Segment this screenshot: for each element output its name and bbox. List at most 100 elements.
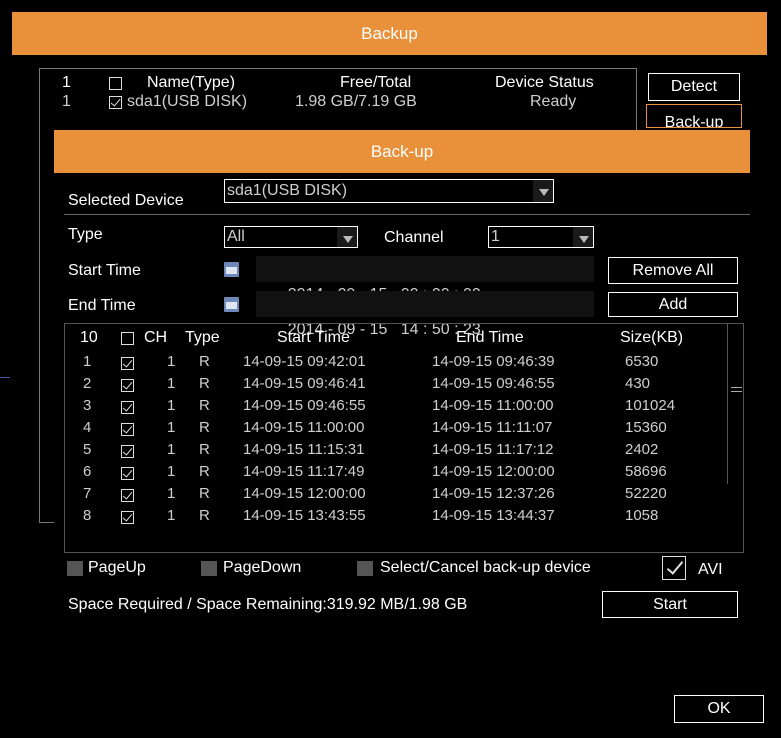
- table-scrollbar[interactable]: [727, 324, 743, 484]
- end-time-header: End Time: [456, 329, 524, 346]
- table-row[interactable]: 2 1 R 14-09-15 09:46:41 14-09-15 09:46:55 430: [65, 375, 725, 395]
- device-row[interactable]: 1 sda1(USB DISK) 1.98 GB/7.19 GB Ready: [62, 93, 622, 113]
- record-type: R: [199, 397, 210, 414]
- end-time-label: End Time: [68, 297, 136, 314]
- record-end-time: 14-09-15 11:11:07: [432, 419, 553, 436]
- record-channel: 1: [167, 441, 176, 458]
- record-channel: 1: [167, 397, 176, 414]
- table-row[interactable]: 7 1 R 14-09-15 12:00:00 14-09-15 12:37:26 522…: [65, 485, 725, 505]
- start-calendar-icon[interactable]: [224, 262, 239, 277]
- table-row[interactable]: 6 1 R 14-09-15 11:17:49 14-09-15 12:00:00 586…: [65, 463, 725, 483]
- record-size: 15360: [625, 419, 667, 436]
- record-number: 7: [83, 485, 92, 502]
- record-start-time: 14-09-15 11:17:49: [243, 463, 365, 480]
- space-summary: Space Required / Space Remaining:319.92 …: [68, 596, 468, 613]
- table-row[interactable]: 1 1 R 14-09-15 09:42:01 14-09-15 09:46:39 653…: [65, 353, 725, 373]
- record-type: R: [199, 463, 210, 480]
- end-time-field[interactable]: 2014 - 09 - 15 14 : 50 : 23: [256, 291, 594, 338]
- avi-checkbox[interactable]: [662, 556, 686, 580]
- record-size: 6530: [625, 353, 659, 370]
- start-time-header: Start Time: [277, 329, 350, 346]
- backup-button[interactable]: Back-up: [646, 104, 742, 128]
- record-checkbox[interactable]: [121, 467, 134, 480]
- record-number: 8: [83, 507, 92, 524]
- device-status: Ready: [530, 93, 577, 110]
- backup-title: Backup: [361, 24, 418, 43]
- select-all-records-checkbox[interactable]: [121, 332, 134, 345]
- table-row[interactable]: 5 1 R 14-09-15 11:15:31 14-09-15 11:17:12 240…: [65, 441, 725, 461]
- left-edge-marker: [0, 377, 10, 378]
- table-row[interactable]: 8 1 R 14-09-15 13:43:55 14-09-15 13:44:37 105…: [65, 507, 725, 527]
- record-number: 4: [83, 419, 92, 436]
- ok-button[interactable]: OK: [674, 695, 764, 723]
- free-total-header: Free/Total: [340, 74, 412, 91]
- page-down-icon[interactable]: [201, 561, 217, 576]
- record-checkbox[interactable]: [121, 511, 134, 524]
- record-type: R: [199, 375, 210, 392]
- record-checkbox[interactable]: [121, 423, 134, 436]
- record-end-time: 14-09-15 12:37:26: [432, 485, 555, 502]
- end-calendar-icon[interactable]: [224, 297, 239, 312]
- record-number: 6: [83, 463, 92, 480]
- dialog-title-bar: Back-up: [54, 130, 750, 173]
- select-device-icon[interactable]: [357, 561, 373, 576]
- table-row[interactable]: 4 1 R 14-09-15 11:00:00 14-09-15 11:11:07 153…: [65, 419, 725, 439]
- backup-dialog: Back-up Selected Device sda1(USB DISK) T…: [54, 130, 750, 618]
- add-button[interactable]: Add: [608, 292, 738, 317]
- type-value: All: [227, 228, 245, 245]
- record-size: 1058: [625, 507, 659, 524]
- record-checkbox[interactable]: [121, 445, 134, 458]
- channel-select[interactable]: 1: [488, 226, 594, 248]
- record-size: 101024: [625, 397, 676, 414]
- table-row[interactable]: 3 1 R 14-09-15 09:46:55 14-09-15 11:00:00 101…: [65, 397, 725, 417]
- record-number: 3: [83, 397, 92, 414]
- record-checkbox[interactable]: [121, 401, 134, 414]
- record-channel: 1: [167, 375, 176, 392]
- remove-all-button[interactable]: Remove All: [608, 257, 738, 284]
- record-checkbox[interactable]: [121, 357, 134, 370]
- channel-label: Channel: [384, 229, 444, 246]
- selected-device-label: Selected Device: [68, 192, 184, 209]
- record-size: 52220: [625, 485, 667, 502]
- type-dropdown-icon: [337, 227, 357, 247]
- detect-button[interactable]: Detect: [648, 73, 740, 101]
- dialog-title: Back-up: [370, 142, 434, 161]
- record-checkbox[interactable]: [121, 489, 134, 502]
- record-checkbox[interactable]: [121, 379, 134, 392]
- channel-value: 1: [491, 228, 500, 245]
- page-up-icon[interactable]: [67, 561, 83, 576]
- dialog-divider: [64, 214, 750, 215]
- select-cancel-device-link[interactable]: Select/Cancel back-up device: [380, 559, 591, 577]
- record-type: R: [199, 507, 210, 524]
- record-end-time: 14-09-15 12:00:00: [432, 463, 555, 480]
- record-size: 58696: [625, 463, 667, 480]
- record-channel: 1: [167, 419, 176, 436]
- page-up-link[interactable]: PageUp: [88, 559, 146, 577]
- record-type: R: [199, 353, 210, 370]
- record-count: 10: [80, 329, 98, 346]
- record-end-time: 14-09-15 13:44:37: [432, 507, 555, 524]
- record-start-time: 14-09-15 13:43:55: [243, 507, 366, 524]
- start-time-label: Start Time: [68, 262, 141, 279]
- size-header: Size(KB): [620, 329, 684, 346]
- record-start-time: 14-09-15 09:46:55: [243, 397, 366, 414]
- record-start-time: 14-09-15 11:00:00: [243, 419, 365, 436]
- start-time-field[interactable]: 2014 - 09 - 15 00 : 00 : 00: [256, 256, 594, 303]
- avi-label: AVI: [698, 561, 723, 578]
- table-body: 1 1 R 14-09-15 09:42:01 14-09-15 09:46:39 653…: [65, 353, 725, 552]
- name-type-header: Name(Type): [147, 74, 236, 91]
- device-status-header: Device Status: [495, 74, 594, 91]
- scrollbar-thumb[interactable]: [731, 384, 742, 398]
- device-checkbox[interactable]: [109, 96, 122, 109]
- select-all-devices-checkbox[interactable]: [109, 77, 122, 90]
- record-number: 2: [83, 375, 92, 392]
- table-header: 10 CH Type Start Time End Time Size(KB): [65, 329, 725, 349]
- type-select[interactable]: All: [224, 226, 358, 248]
- record-end-time: 14-09-15 11:00:00: [432, 397, 554, 414]
- record-number: 5: [83, 441, 92, 458]
- selected-device-select[interactable]: sda1(USB DISK): [224, 179, 554, 203]
- start-button[interactable]: Start: [602, 591, 738, 618]
- device-index: 1: [62, 93, 71, 110]
- device-count: 1: [62, 74, 71, 91]
- page-down-link[interactable]: PageDown: [223, 559, 301, 577]
